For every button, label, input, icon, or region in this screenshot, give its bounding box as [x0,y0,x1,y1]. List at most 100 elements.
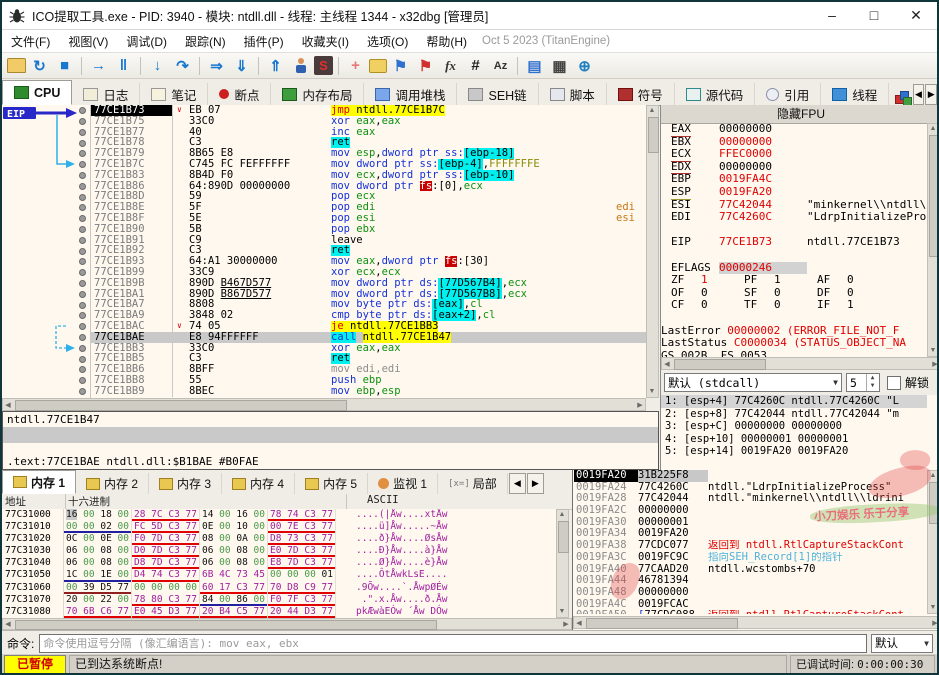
comments-icon[interactable] [369,58,387,73]
pause-icon[interactable]: ‖ [112,55,135,76]
tab-cpu[interactable]: CPU [2,80,73,105]
disasm-hscrollbar[interactable]: ◀ ▶ [2,398,646,411]
tab-内存布局[interactable]: 内存布局 [271,83,365,105]
disasm-row[interactable]: 77CE1B75 33C0 xor eax,eax [91,115,646,127]
menu-item-N[interactable]: 跟踪(N) [176,31,235,52]
trace-into-icon[interactable]: ⇓ [230,55,253,76]
stop-icon[interactable]: ■ [53,55,76,76]
dump-tab-内存1[interactable]: 内存 1 [2,470,77,494]
stepper-arrows-icon[interactable]: ▲ ▼ [866,374,878,391]
tab-scroll-right-button[interactable]: ▶ [925,84,937,105]
dump-tab-内存4[interactable]: 内存 4 [222,473,296,494]
tab-引用[interactable]: 引用 [755,83,822,105]
register-row[interactable]: ECX FFEC0000 [661,148,927,162]
stack-row[interactable]: 0019FA4C 0019FCAC [574,598,927,611]
dump-tab-局部[interactable]: [x=] 局部 [438,473,508,494]
register-row[interactable]: ESI 77C42044 "minkernel\\ntdll\ [661,198,927,212]
dump-row[interactable]: 77C31060 00 39 D5 77 00 00 00 00 60 17 C3 7… [2,581,556,594]
disasm-row[interactable]: 77CE1B73 ∨ EB 07 jmp ntdll.77CE1B7C [91,105,646,116]
menu-item-O[interactable]: 选项(O) [358,31,417,52]
dump-tab-监视1[interactable]: 监视 1 [368,473,439,494]
step-over-icon[interactable]: ↷ [171,55,194,76]
modules-icon[interactable]: ▤ [523,55,546,76]
calculator-icon[interactable]: ▦ [548,55,571,76]
stack-row[interactable]: 0019FA44 46781394 [574,574,927,587]
ascii-icon[interactable]: Az [489,55,512,76]
stack-row[interactable]: 0019FA40 77CAAD20 ntdll.wcstombs+70 [574,563,927,576]
command-input[interactable] [39,633,867,653]
stack-hscrollbar[interactable]: ◀ ▶ [573,616,937,629]
stack-row[interactable]: 0019FA34 0019FA20 [574,528,927,540]
disasm-row[interactable]: 77CE1BB6 8BFF mov edi,edi [91,364,646,375]
argument-row[interactable]: 1: [esp+4] 77C4260C ntdll.77C4260C "L [661,395,927,408]
dump-row[interactable]: 77C31010 00 00 02 00 FC 5D C3 77 0E 00 10 0… [2,521,556,534]
disasm-row[interactable]: 77CE1BA7 8808 mov byte ptr ds:[eax],cl [91,299,646,311]
menu-item-P[interactable]: 插件(P) [235,31,293,52]
stack-view[interactable]: 0019FA20 31B225F8 0019FA24 77C4260C ntdll."L… [574,470,927,614]
breakpoint-dot[interactable] [79,118,86,125]
dump-row[interactable]: 77C31070 20 00 22 00 78 80 C3 77 84 00 86 0… [2,593,556,606]
disasm-row[interactable]: 77CE1B92 C3 ret [91,245,646,257]
dump-tab-内存5[interactable]: 内存 5 [295,473,369,494]
breakpoint-dot[interactable] [79,182,86,190]
tab-脚本[interactable]: 脚本 [539,83,607,105]
dump-vscrollbar[interactable]: ▲ ▼ [556,509,569,618]
register-row[interactable]: EDI 77C4260C "LdrpInitializePro [661,211,927,224]
argument-row[interactable]: 4: [esp+10] 00000001 00000001 [661,433,927,446]
dump-tab-内存3[interactable]: 内存 3 [149,473,223,494]
register-row[interactable]: EDX 00000000 [661,160,927,175]
stack-row[interactable]: 0019FA24 77C4260C ntdll."LdrpInitializePro… [574,481,927,494]
disasm-row[interactable]: 77CE1BB3 33C0 xor eax,eax [91,342,646,354]
breakpoint-dot[interactable] [79,388,86,395]
dump-row[interactable]: 77C31040 06 00 08 00 D8 7D C3 77 06 00 08 0… [2,557,556,570]
maximize-button[interactable]: □ [853,3,895,28]
disasm-row[interactable]: 77CE1B83 8B4D F0 mov ecx,dword ptr ss:[ebp… [91,169,646,181]
disasm-row[interactable]: 77CE1B77 40 inc eax [91,126,646,138]
registers-view[interactable]: EAX 00000000 EBX 00000000 ECX FFEC0000 EDX 0000… [661,123,927,357]
menu-item-I[interactable]: 收藏夹(I) [293,31,358,52]
tab-线程[interactable]: 线程 [821,83,890,105]
register-row[interactable]: EAX 00000000 [661,123,927,137]
disasm-row[interactable]: 77CE1B90 5B pop ebx [91,223,646,235]
breakpoint-dot[interactable] [79,301,86,309]
title-bar[interactable]: ICO提取工具.exe - PID: 3940 - 模块: ntdll.dll … [2,2,937,30]
disasm-row[interactable]: 77CE1B86 64:890D 00000000 mov dword ptr fs… [91,180,646,192]
register-row[interactable]: EIP 77CE1B73 ntdll.77CE1B73 [661,236,927,249]
breakpoint-dot[interactable] [79,344,86,352]
stack-row[interactable]: 0019FA2C 00000000 [574,504,927,517]
breakpoint-dot[interactable] [79,280,86,287]
tab-scroll-left-button[interactable]: ◀ [912,84,925,105]
disasm-row[interactable]: 77CE1BA1 890D B867D577 mov dword ptr ds:[7… [91,288,646,300]
tab-日志[interactable]: 日志 [72,83,141,105]
flags-row[interactable]: ZF 1 PF 1 AF 0 [661,274,927,287]
lasterror-row[interactable]: LastStatus C0000034 (STATUS_OBJECT_NA [661,336,927,350]
hex-dump-view[interactable]: 77C31000 16 00 18 00 28 7C C3 77 14 00 16 0… [2,509,556,618]
breakpoint-dot[interactable] [79,193,86,201]
breakpoint-dot[interactable] [79,172,86,179]
menu-item-V[interactable]: 视图(V) [59,31,117,52]
breakpoint-dot[interactable] [79,139,86,147]
breakpoint-dot[interactable] [79,247,86,255]
disasm-row[interactable]: 77CE1B91 C9 leave [91,234,646,246]
command-profile-select[interactable]: 默认 ▼ [871,633,933,653]
dump-row[interactable]: 77C31050 1C 00 1E 00 D4 74 C3 77 6B 4C 73 4… [2,569,556,582]
breakpoint-dot[interactable] [79,236,86,244]
disasm-row[interactable]: 77CE1BAC ∨ 74 05 je ntdll.77CE1BB3 [91,321,646,332]
unlock-checkbox[interactable]: 解锁 [887,374,929,391]
arguments-view[interactable]: 1: [esp+4] 77C4260C ntdll.77C4260C "L 2: … [661,395,927,470]
stack-row[interactable]: 0019FA50[77CDC088返回到 ntdll.RtlCaptureSta… [574,609,927,614]
internet-icon[interactable]: ⊕ [573,55,596,76]
disasm-row[interactable]: 77CE1B79 8B65 E8 mov esp,dword ptr ss:[ebp… [91,148,646,159]
registers-vscrollbar[interactable]: ▲ ▼ [927,123,937,357]
run-trace-icon[interactable]: ⇒ [205,55,228,76]
labels-icon[interactable]: ⚑ [389,55,412,76]
tab-符号[interactable]: 符号 [607,83,675,105]
stack-row[interactable]: 0019FA30 00000001 [574,516,927,529]
step-out-icon[interactable]: ⇑ [264,55,287,76]
disasm-row[interactable]: 77CE1BB8 55 push ebp [91,375,646,386]
tab-断点[interactable]: 断点 [208,83,272,105]
disasm-row[interactable]: 77CE1BB9 8BEC mov ebp,esp [91,385,646,397]
disasm-row[interactable]: 77CE1BA9 3848 02 cmp byte ptr ds:[eax+2],c… [91,310,646,321]
disasm-row[interactable]: 77CE1B78 C3 ret [91,137,646,149]
menu-item-H[interactable]: 帮助(H) [417,31,476,52]
